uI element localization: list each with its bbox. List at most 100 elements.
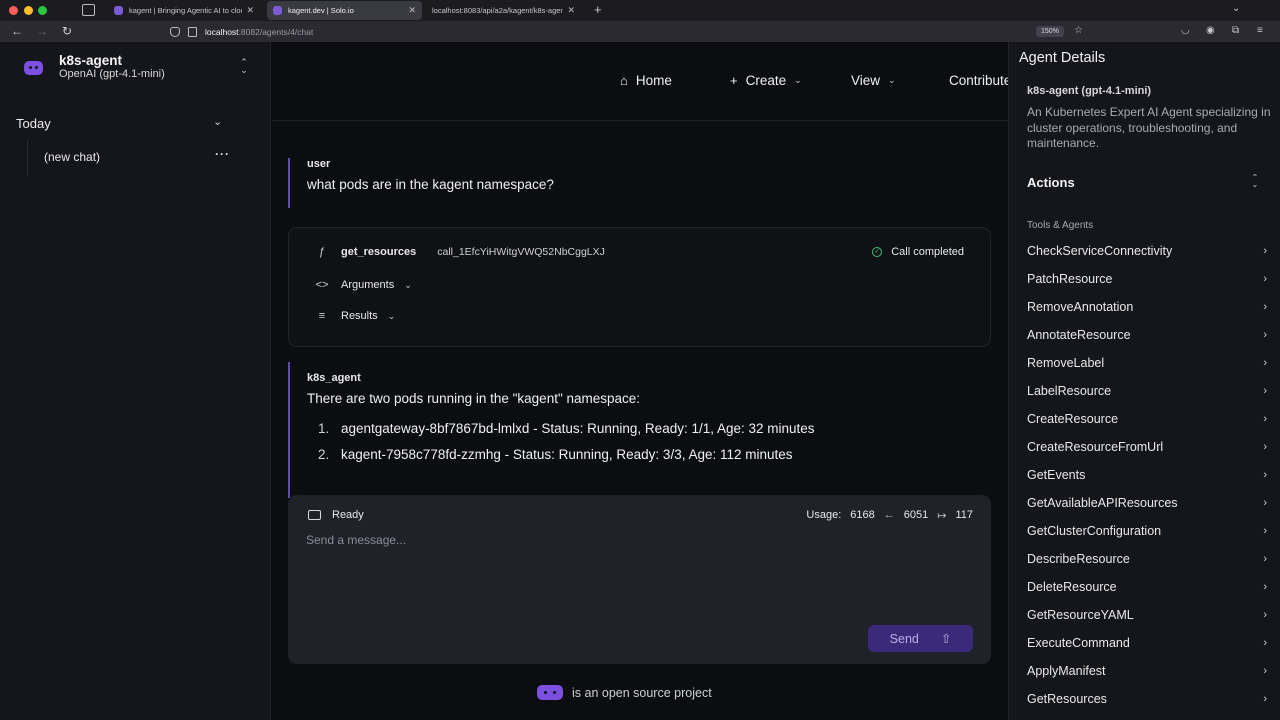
- agent-name[interactable]: k8s-agent: [59, 53, 122, 68]
- tab-close-icon[interactable]: ✕: [408, 5, 416, 16]
- message-input[interactable]: [306, 533, 966, 547]
- chevron-down-icon: ⌄: [404, 279, 412, 290]
- pod-entry: agentgateway-8bf7867bd-lmlxd - Status: R…: [341, 421, 815, 436]
- bookmark-star-icon[interactable]: ☆: [1074, 25, 1083, 36]
- list-all-tabs-icon[interactable]: ⌄: [1232, 3, 1240, 14]
- arguments-toggle[interactable]: <> Arguments ⌄: [315, 279, 412, 291]
- agent-switcher-chevron-icon[interactable]: ⌃ ⌄: [238, 58, 250, 75]
- tool-item[interactable]: CreateResourceFromUrl ›: [1027, 433, 1267, 461]
- tool-item-label: ExecuteCommand: [1027, 636, 1130, 650]
- nav-contribute[interactable]: Contribute: [949, 73, 1008, 88]
- send-label: Send: [889, 631, 919, 646]
- tab-close-icon[interactable]: ✕: [246, 5, 254, 16]
- usage-input: 6051: [903, 509, 929, 521]
- tool-call-id: call_1EfcYiHWitgVWQ52NbCggLXJ: [437, 246, 605, 258]
- tool-item-label: CreateResource: [1027, 412, 1119, 426]
- tool-item[interactable]: GetResourceYAML ›: [1027, 601, 1267, 629]
- back-arrow-icon[interactable]: ←: [11, 24, 23, 38]
- zoom-level-badge[interactable]: 150%: [1036, 26, 1064, 37]
- list-item: 1. agentgateway-8bf7867bd-lmlxd - Status…: [307, 421, 988, 436]
- nav-create[interactable]: + Create ⌄: [730, 73, 802, 88]
- tool-call-status: ✓ Call completed: [872, 246, 964, 258]
- chevron-right-icon: ›: [1263, 581, 1267, 593]
- tool-item[interactable]: ApplyManifest ›: [1027, 657, 1267, 685]
- chevron-right-icon: ›: [1263, 553, 1267, 565]
- actions-section-title[interactable]: Actions: [1027, 175, 1075, 190]
- forward-arrow-icon[interactable]: →: [36, 24, 48, 38]
- reload-icon[interactable]: ↻: [62, 24, 72, 38]
- chat-main: ⌂ Home + Create ⌄ View ⌄ Contribute user…: [272, 42, 1008, 720]
- window-minimize-button[interactable]: [24, 6, 33, 15]
- address-field[interactable]: localhost:8082/agents/4/chat: [164, 22, 1094, 41]
- tool-call-header: ƒ get_resources call_1EfcYiHWitgVWQ52NbC…: [315, 246, 605, 258]
- sidebar-toggle-icon[interactable]: [82, 4, 95, 16]
- tool-item[interactable]: RemoveLabel ›: [1027, 349, 1267, 377]
- url-host: localhost: [205, 26, 239, 37]
- chevron-down-icon: ⌄: [387, 310, 396, 321]
- tool-item[interactable]: CreateResource ›: [1027, 405, 1267, 433]
- account-icon[interactable]: ◉: [1206, 25, 1215, 36]
- tool-item-label: RemoveAnnotation: [1027, 300, 1134, 314]
- new-tab-button[interactable]: +: [594, 2, 602, 17]
- message-text: what pods are in the kagent namespace?: [307, 177, 554, 192]
- chat-group-today[interactable]: Today: [16, 116, 51, 131]
- nav-view-label: View: [851, 73, 881, 88]
- browser-tab-kagent-dev[interactable]: kagent.dev | Solo.io ✕: [267, 1, 422, 20]
- tool-item-label: ApplyManifest: [1027, 664, 1106, 678]
- tool-item[interactable]: GetAvailableAPIResources ›: [1027, 489, 1267, 517]
- function-icon: ƒ: [318, 246, 326, 258]
- chevron-right-icon: ›: [1263, 497, 1267, 509]
- tool-item-label: PatchResource: [1027, 272, 1113, 286]
- nav-view[interactable]: View ⌄: [851, 73, 896, 88]
- chat-bubble-icon: [308, 510, 321, 520]
- chat-group-divider: [27, 140, 28, 176]
- top-navigation: ⌂ Home + Create ⌄ View ⌄ Contribute: [272, 42, 1008, 121]
- expand-collapse-icon[interactable]: ⌃ ⌄: [1249, 174, 1261, 189]
- menu-icon[interactable]: ≡: [1257, 25, 1263, 36]
- agent-model[interactable]: OpenAI (gpt-4.1-mini): [59, 68, 165, 80]
- kagent-favicon-icon: [273, 6, 282, 15]
- tool-item[interactable]: DeleteResource ›: [1027, 573, 1267, 601]
- tool-item[interactable]: PatchResource ›: [1027, 265, 1267, 293]
- composer-status-label: Ready: [332, 509, 364, 521]
- send-button[interactable]: Send ⇧: [868, 625, 973, 652]
- page-info-icon[interactable]: [188, 26, 197, 37]
- browser-tab-kagent-home[interactable]: kagent | Bringing Agentic AI to cloud na…: [108, 1, 260, 20]
- tool-item[interactable]: GetResources ›: [1027, 685, 1267, 713]
- nav-contribute-label: Contribute: [949, 73, 1008, 88]
- message-composer: Ready Usage: 6168 ← 6051 ↦ 117 Send ⇧: [288, 495, 991, 664]
- chat-more-options-icon[interactable]: ···: [215, 147, 230, 161]
- tool-item[interactable]: CheckServiceConnectivity ›: [1027, 237, 1267, 265]
- tool-item[interactable]: LabelResource ›: [1027, 377, 1267, 405]
- results-toggle[interactable]: ≡ Results ⌄: [315, 310, 395, 322]
- tool-item[interactable]: GetClusterConfiguration ›: [1027, 517, 1267, 545]
- home-icon: ⌂: [620, 73, 628, 88]
- plus-icon: +: [730, 73, 738, 88]
- browser-tab-title: localhost:8083/api/a2a/kagent/k8s-agent: [432, 6, 564, 15]
- message-text: There are two pods running in the "kagen…: [307, 391, 641, 406]
- tool-call-status-label: Call completed: [891, 246, 964, 258]
- browser-tab-a2a[interactable]: localhost:8083/api/a2a/kagent/k8s-agent …: [426, 1, 581, 20]
- usage-total: 6168: [850, 509, 875, 521]
- tab-close-icon[interactable]: ✕: [567, 5, 575, 16]
- arguments-label: Arguments: [341, 279, 395, 291]
- nav-home[interactable]: ⌂ Home: [620, 73, 672, 88]
- tool-item[interactable]: GetEvents ›: [1027, 461, 1267, 489]
- window-close-button[interactable]: [9, 6, 18, 15]
- tool-function-name: get_resources: [341, 246, 417, 258]
- pocket-icon[interactable]: ◡: [1181, 25, 1190, 36]
- extensions-icon[interactable]: ⧉: [1232, 25, 1239, 36]
- tracking-shield-icon[interactable]: [170, 26, 180, 37]
- chevron-down-icon[interactable]: ⌄: [213, 115, 222, 128]
- tool-item-label: AnnotateResource: [1027, 328, 1131, 342]
- tool-item[interactable]: AnnotateResource ›: [1027, 321, 1267, 349]
- kagent-logo-icon[interactable]: [537, 685, 563, 700]
- tool-item[interactable]: ExecuteCommand ›: [1027, 629, 1267, 657]
- browser-tab-title: kagent | Bringing Agentic AI to cloud na…: [129, 6, 242, 15]
- window-zoom-button[interactable]: [38, 6, 47, 15]
- chat-list-item[interactable]: (new chat): [44, 150, 100, 164]
- tool-item[interactable]: DescribeResource ›: [1027, 545, 1267, 573]
- tool-item[interactable]: RemoveAnnotation ›: [1027, 293, 1267, 321]
- url-path: :8082/agents/4/chat: [238, 26, 314, 37]
- tool-item-label: GetResourceYAML: [1027, 608, 1134, 622]
